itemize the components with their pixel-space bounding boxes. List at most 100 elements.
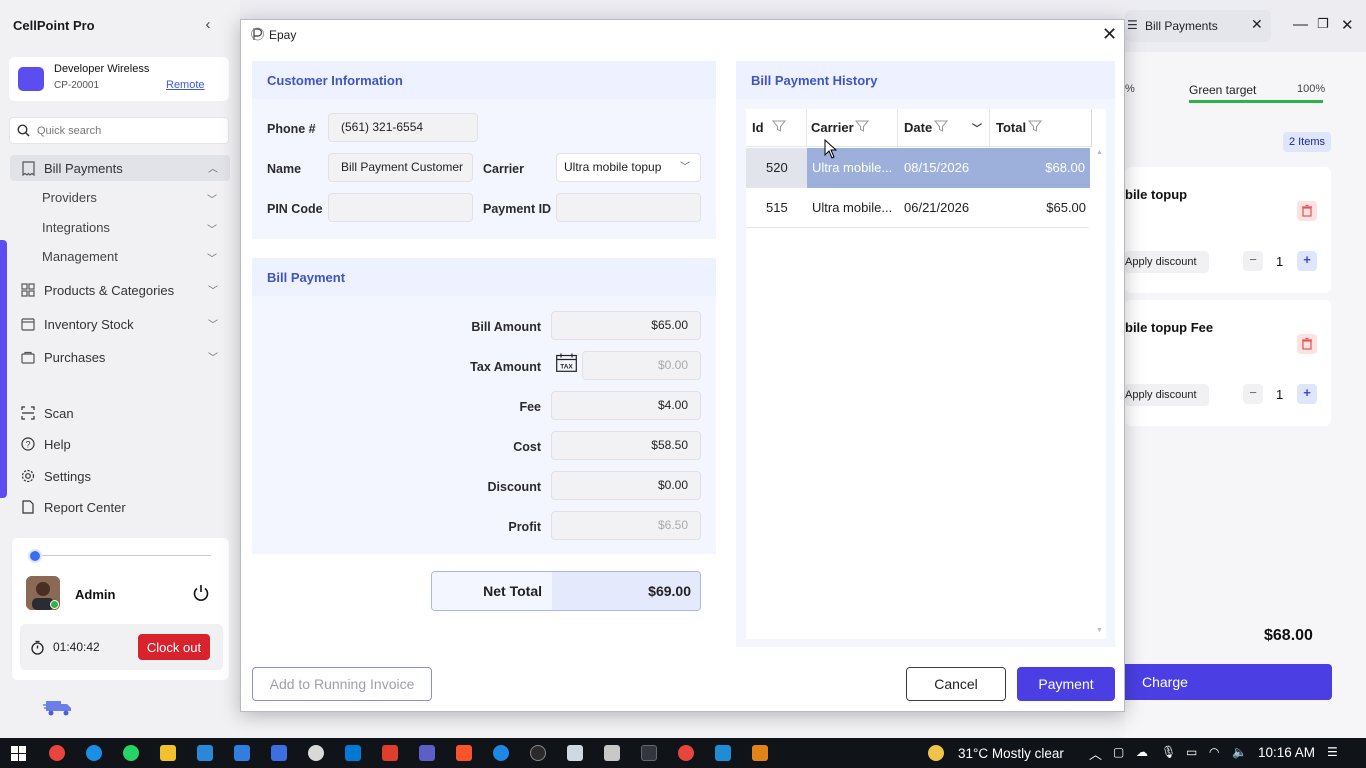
tab-bill-payments[interactable]: ☰ Bill Payments ✕ <box>1125 10 1271 42</box>
store-icon[interactable] <box>197 745 213 761</box>
clock-time[interactable]: 10:16 AM <box>1258 745 1315 760</box>
notification-icon[interactable]: ☰ <box>1327 745 1338 759</box>
table-row[interactable]: 520 Ultra mobile... 08/15/2026 $68.00 <box>746 148 1090 188</box>
sidebar-item-inventory[interactable]: Inventory Stock ﹀ <box>10 311 230 337</box>
scroll-up-arrow[interactable]: ▲ <box>1096 149 1103 156</box>
close-icon[interactable]: ✕ <box>1102 24 1117 45</box>
restore-icon[interactable]: ❐ <box>1317 16 1329 32</box>
tax-icon[interactable]: TAX <box>556 353 577 372</box>
file-explorer-icon[interactable] <box>160 745 176 761</box>
discount-field[interactable]: $0.00 <box>551 471 701 500</box>
volume-icon[interactable]: 🔈 <box>1232 745 1247 759</box>
brave-icon[interactable] <box>456 745 472 761</box>
outlook-icon[interactable] <box>345 745 361 761</box>
payment-id-label: Payment ID <box>483 202 552 216</box>
fee-field[interactable]: $4.00 <box>551 391 701 420</box>
bill-amount-field[interactable]: $65.00 <box>551 311 701 340</box>
app-icon[interactable] <box>641 745 657 761</box>
payment-button[interactable]: Payment <box>1017 667 1115 701</box>
sidebar-item-products[interactable]: Products & Categories ﹀ <box>10 277 230 303</box>
tray-icon[interactable]: ▢ <box>1113 745 1124 759</box>
sidebar-item-purchases[interactable]: Purchases ﹀ <box>10 344 230 370</box>
carrier-select[interactable]: Ultra mobile topup ﹀ <box>556 153 701 182</box>
delivery-truck-icon[interactable] <box>43 697 73 717</box>
qty-plus-button[interactable]: + <box>1297 251 1317 271</box>
apply-discount-button[interactable]: Apply discount <box>1125 384 1209 406</box>
qty-minus-button[interactable]: − <box>1243 384 1263 404</box>
cancel-button[interactable]: Cancel <box>906 667 1006 701</box>
phone-field[interactable]: (561) 321-6554 <box>328 113 478 142</box>
trash-icon[interactable] <box>1297 201 1317 221</box>
qty-value: 1 <box>1276 387 1284 402</box>
app-icon[interactable] <box>308 745 324 761</box>
app-icon[interactable] <box>530 745 546 761</box>
filter-icon[interactable] <box>1028 119 1042 133</box>
app-icon[interactable] <box>493 745 509 761</box>
chrome-icon[interactable] <box>678 745 694 761</box>
filter-icon[interactable] <box>855 119 869 133</box>
pin-code-field[interactable] <box>328 193 473 222</box>
calculator-icon[interactable] <box>604 745 620 761</box>
status-slider-handle[interactable] <box>28 549 42 563</box>
edge-icon[interactable] <box>86 745 102 761</box>
chevron-up-icon[interactable]: ︿ <box>1089 744 1102 763</box>
add-to-running-invoice-button[interactable]: Add to Running Invoice <box>252 667 432 701</box>
store-card[interactable]: Developer Wireless CP-20001 Remote <box>9 57 229 101</box>
windows-start-icon[interactable] <box>11 746 26 761</box>
collapse-sidebar-button[interactable]: ‹ <box>200 16 216 34</box>
store-remote-link[interactable]: Remote <box>166 79 205 91</box>
sidebar-item-help[interactable]: ? Help <box>10 431 230 457</box>
filter-icon[interactable] <box>934 119 948 133</box>
sidebar-item-bill-payments[interactable]: Bill Payments ︿ <box>10 155 230 181</box>
chevron-down-icon[interactable]: ﹀ <box>972 120 982 135</box>
sidebar-item-scan[interactable]: Scan <box>10 400 230 426</box>
column-header-id[interactable]: Id <box>752 120 786 135</box>
filter-icon[interactable] <box>772 119 786 133</box>
qty-plus-button[interactable]: + <box>1297 384 1317 404</box>
scroll-down-arrow[interactable]: ▼ <box>1096 627 1103 634</box>
close-icon[interactable]: ✕ <box>1251 16 1263 33</box>
notepad-icon[interactable] <box>567 745 583 761</box>
app-icon[interactable] <box>715 745 731 761</box>
minimize-icon[interactable]: — <box>1293 16 1308 33</box>
microphone-icon[interactable]: 🎙 <box>1161 745 1176 759</box>
sidebar-item-report-center[interactable]: Report Center <box>10 494 230 520</box>
app-icon[interactable] <box>382 745 398 761</box>
search-input[interactable] <box>37 122 222 140</box>
cart-item: bile topup Apply discount − 1 + <box>1125 167 1331 293</box>
power-icon[interactable] <box>192 584 210 602</box>
battery-icon[interactable]: ▭ <box>1186 745 1197 759</box>
cloud-icon[interactable]: ☁ <box>1136 745 1148 759</box>
name-field[interactable]: Bill Payment Customer <box>328 153 473 182</box>
chevron-down-icon: ﹀ <box>207 225 217 236</box>
clock-out-button[interactable]: Clock out <box>138 634 210 660</box>
wifi-icon[interactable]: ◠ <box>1209 745 1219 759</box>
sidebar-item-settings[interactable]: Settings <box>10 463 230 489</box>
app-icon[interactable] <box>234 745 250 761</box>
sidebar-item-integrations[interactable]: Integrations ﹀ <box>42 220 222 236</box>
column-header-date[interactable]: Date ﹀ <box>904 120 982 135</box>
weather-icon <box>928 745 944 761</box>
cellpoint-icon[interactable] <box>752 745 768 761</box>
weather-text[interactable]: 31°C Mostly clear <box>958 746 1064 761</box>
remote-desktop-icon[interactable] <box>271 745 287 761</box>
tax-amount-field[interactable]: $0.00 <box>582 351 701 380</box>
close-window-icon[interactable]: ✕ <box>1341 16 1354 34</box>
cost-field[interactable]: $58.50 <box>551 431 701 460</box>
chevron-down-icon: ﹀ <box>208 286 218 297</box>
avatar[interactable] <box>26 576 60 610</box>
sidebar-item-management[interactable]: Management ﹀ <box>42 249 222 265</box>
trash-icon[interactable] <box>1297 334 1317 354</box>
whatsapp-icon[interactable] <box>123 745 139 761</box>
quick-search[interactable] <box>9 117 229 144</box>
apply-discount-button[interactable]: Apply discount <box>1125 251 1209 273</box>
qty-minus-button[interactable]: − <box>1243 251 1263 271</box>
payment-id-field[interactable] <box>556 193 701 222</box>
chrome-icon[interactable] <box>49 745 65 761</box>
column-header-carrier[interactable]: Carrier <box>811 120 869 135</box>
sidebar-item-providers[interactable]: Providers ﹀ <box>42 190 222 206</box>
teams-icon[interactable] <box>419 745 435 761</box>
table-row[interactable]: 515 Ultra mobile... 06/21/2026 $65.00 <box>746 188 1089 228</box>
column-header-total[interactable]: Total <box>996 120 1042 135</box>
charge-button[interactable]: Charge <box>1125 664 1332 700</box>
